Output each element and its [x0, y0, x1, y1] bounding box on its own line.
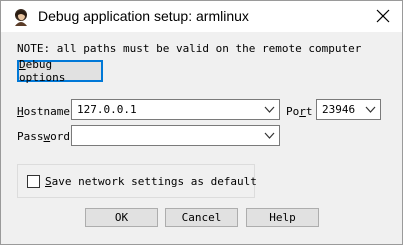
window-title: Debug application setup: armlinux [38, 8, 249, 24]
save-settings-checkbox[interactable] [27, 175, 40, 188]
ida-avatar-icon [15, 9, 27, 26]
port-combobox[interactable]: 23946 [316, 99, 381, 120]
debug-options-label: Debug options [19, 58, 66, 84]
port-value: 23946 [322, 103, 356, 116]
hostname-value: 127.0.0.1 [77, 103, 137, 116]
title-bar[interactable]: Debug application setup: armlinux [1, 1, 402, 32]
hostname-label: Hostname [17, 105, 70, 118]
note-text: NOTE: all paths must be valid on the rem… [17, 42, 362, 55]
save-settings-label[interactable]: Save network settings as default [45, 175, 257, 188]
ok-button[interactable]: OK [85, 208, 158, 227]
password-combobox[interactable] [71, 125, 280, 146]
help-button[interactable]: Help [246, 208, 319, 227]
cancel-button[interactable]: Cancel [165, 208, 238, 227]
chevron-down-icon[interactable] [264, 105, 275, 114]
password-label: Password [17, 130, 70, 143]
port-label: Port [286, 105, 313, 118]
chevron-down-icon[interactable] [264, 131, 275, 140]
close-icon[interactable] [374, 7, 392, 25]
debug-options-button[interactable]: Debug options [17, 58, 103, 84]
dialog-window: Debug application setup: armlinux NOTE: … [0, 0, 403, 245]
chevron-down-icon[interactable] [365, 105, 376, 114]
hostname-combobox[interactable]: 127.0.0.1 [71, 99, 280, 120]
